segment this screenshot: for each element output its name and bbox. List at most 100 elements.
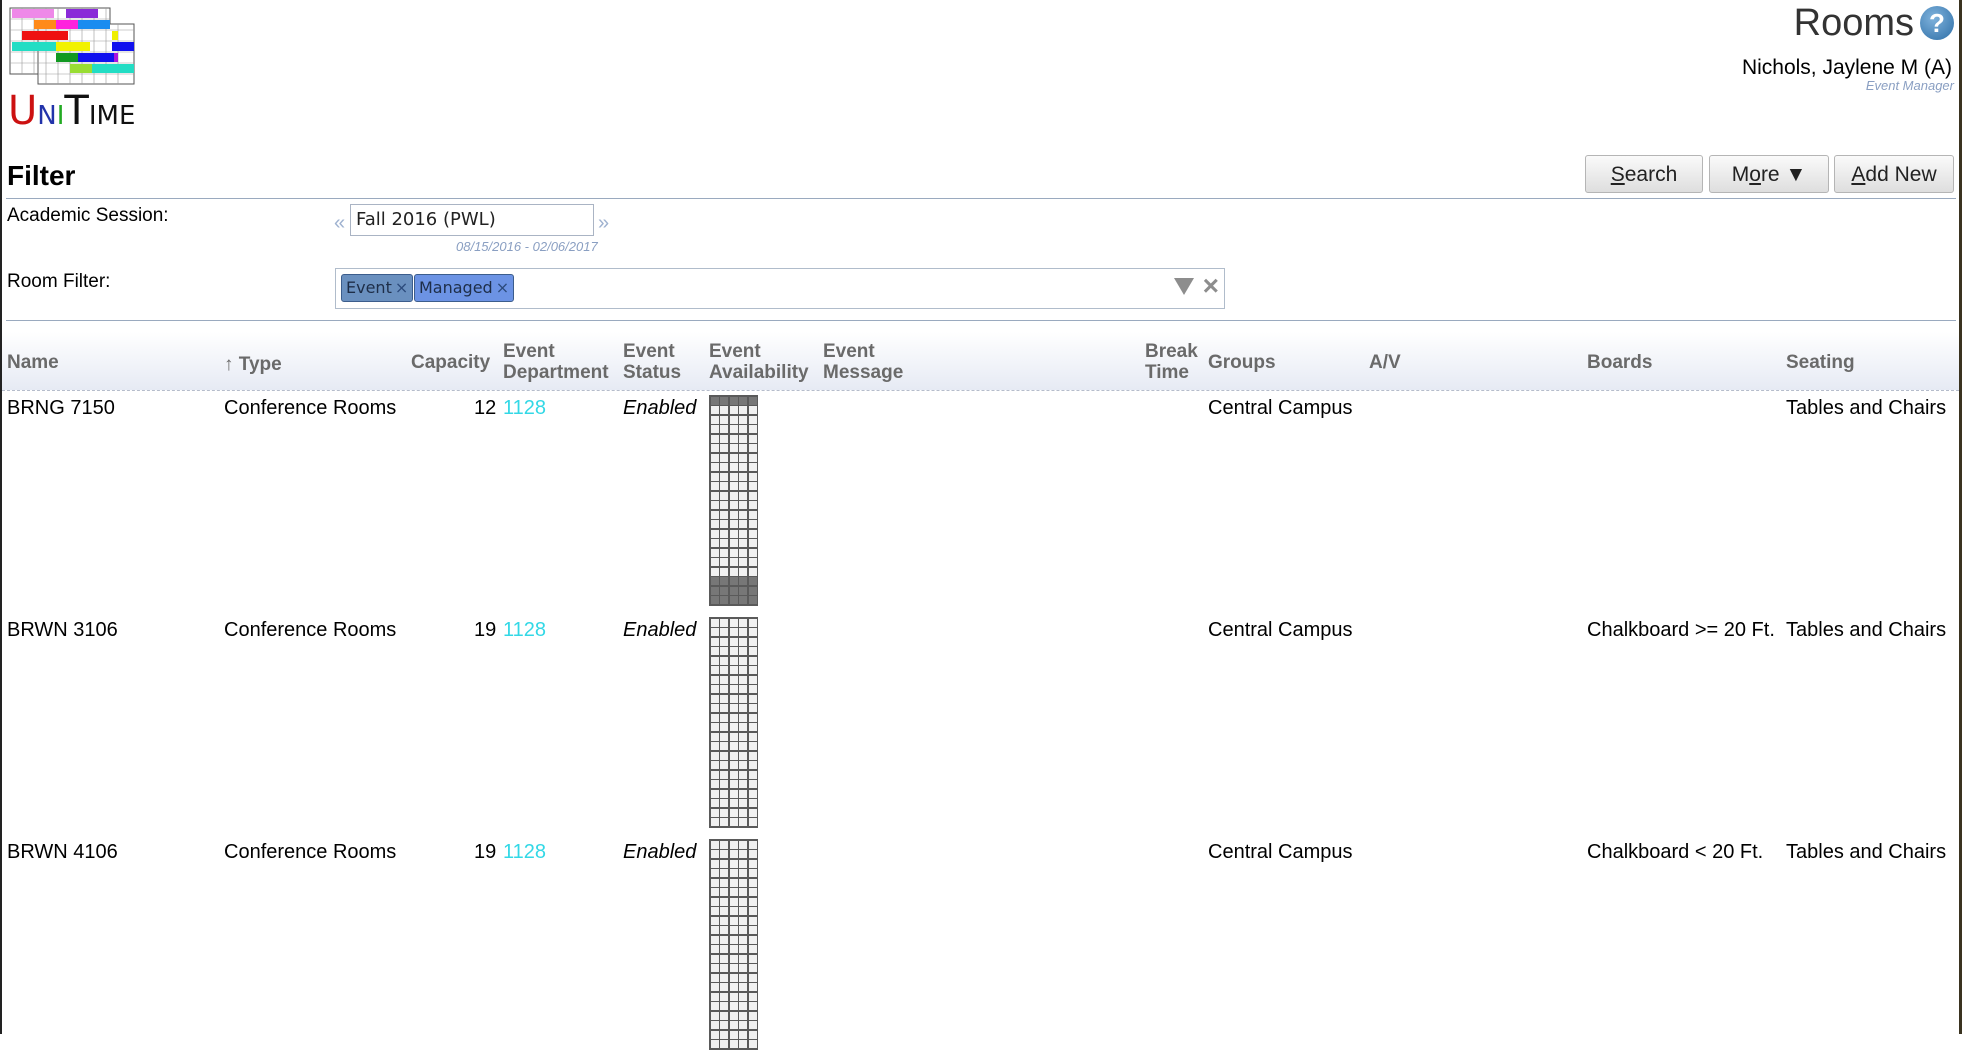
- availability-cell: [720, 1040, 728, 1048]
- header-label-line2: Status: [623, 362, 682, 383]
- availability-cell: [739, 577, 747, 585]
- availability-cell: [720, 1030, 728, 1039]
- availability-cell: [710, 539, 719, 547]
- availability-cell: [729, 926, 738, 934]
- event-department-link[interactable]: 1128: [503, 397, 546, 420]
- availability-cell: [710, 935, 719, 944]
- availability-cell: [748, 897, 757, 906]
- academic-session-input[interactable]: Fall 2016 (PWL): [350, 204, 594, 236]
- availability-cell: [739, 1021, 747, 1029]
- column-header-name[interactable]: Name: [7, 352, 59, 373]
- availability-cell: [739, 694, 747, 703]
- column-header-seating[interactable]: Seating: [1786, 352, 1855, 373]
- user-name[interactable]: Nichols, Jaylene M (A): [1742, 56, 1952, 80]
- availability-cell: [729, 558, 738, 566]
- availability-cell: [720, 472, 728, 481]
- more-button[interactable]: More ▼: [1709, 155, 1829, 193]
- availability-cell: [710, 770, 719, 779]
- search-button[interactable]: Search: [1585, 155, 1703, 193]
- column-header-type[interactable]: ↑ Type: [224, 354, 282, 375]
- column-header-event-department[interactable]: Event Department: [503, 341, 609, 383]
- availability-cell: [748, 713, 757, 722]
- next-session-button[interactable]: »: [598, 212, 609, 235]
- availability-cell: [739, 704, 747, 712]
- availability-cell: [748, 472, 757, 481]
- availability-cell: [748, 1002, 757, 1010]
- header-label-line1: Event: [503, 341, 555, 362]
- clear-filter-icon[interactable]: ×: [1203, 270, 1219, 302]
- availability-cell: [710, 840, 719, 849]
- availability-cell: [729, 761, 738, 769]
- filter-chip-event[interactable]: Event ×: [341, 274, 414, 302]
- availability-cell: [720, 586, 728, 595]
- availability-cell: [720, 637, 728, 646]
- availability-cell: [710, 520, 719, 528]
- availability-cell: [729, 501, 738, 509]
- room-type: Conference Rooms: [224, 841, 397, 863]
- availability-cell: [720, 704, 728, 712]
- availability-cell: [739, 799, 747, 807]
- column-header-groups[interactable]: Groups: [1208, 352, 1276, 373]
- room-filter-input[interactable]: Event × Managed × ×: [335, 268, 1225, 309]
- availability-cell: [720, 732, 728, 741]
- availability-cell: [729, 850, 738, 858]
- remove-chip-icon[interactable]: ×: [496, 278, 509, 297]
- availability-cell: [748, 888, 757, 896]
- add-new-button[interactable]: Add New: [1834, 155, 1954, 193]
- availability-cell: [710, 444, 719, 452]
- room-boards: Chalkboard >= 20 Ft.: [1587, 619, 1775, 641]
- availability-cell: [739, 789, 747, 798]
- filter-chip-managed[interactable]: Managed ×: [414, 274, 515, 302]
- availability-cell: [710, 463, 719, 471]
- availability-cell: [729, 444, 738, 452]
- table-row[interactable]: BRWN 4106 Conference Rooms 19 1128 Enabl…: [0, 835, 1959, 1057]
- availability-cell: [720, 539, 728, 547]
- availability-cell: [739, 685, 747, 693]
- search-label: earch: [1624, 163, 1678, 186]
- availability-cell: [720, 742, 728, 750]
- availability-cell: [748, 732, 757, 741]
- availability-cell: [739, 396, 747, 405]
- column-header-capacity[interactable]: Capacity: [411, 352, 490, 373]
- availability-cell: [710, 732, 719, 741]
- chip-label: Managed: [419, 278, 493, 297]
- availability-cell: [729, 618, 738, 627]
- column-header-av[interactable]: A/V: [1369, 352, 1401, 373]
- filter-divider: [6, 320, 1956, 321]
- availability-cell: [748, 840, 757, 849]
- remove-chip-icon[interactable]: ×: [395, 278, 408, 297]
- column-header-event-message[interactable]: Event Message: [823, 341, 903, 383]
- availability-cell: [710, 577, 719, 585]
- availability-cell: [739, 406, 747, 414]
- availability-cell: [739, 529, 747, 538]
- availability-cell: [748, 1021, 757, 1029]
- availability-cell: [720, 818, 728, 826]
- availability-cell: [739, 780, 747, 788]
- availability-cell: [710, 396, 719, 405]
- availability-cell: [739, 888, 747, 896]
- help-icon[interactable]: ?: [1920, 6, 1954, 40]
- availability-cell: [710, 501, 719, 509]
- availability-cell: [729, 992, 738, 1001]
- column-header-event-availability[interactable]: Event Availability: [709, 341, 809, 383]
- room-groups: Central Campus: [1208, 619, 1353, 641]
- availability-cell: [710, 780, 719, 788]
- table-row[interactable]: BRWN 3106 Conference Rooms 19 1128 Enabl…: [0, 613, 1959, 835]
- event-department-link[interactable]: 1128: [503, 841, 546, 864]
- availability-cell: [739, 656, 747, 665]
- column-header-break-time[interactable]: Break Time: [1145, 341, 1198, 383]
- availability-cell: [729, 818, 738, 826]
- event-department-link[interactable]: 1128: [503, 619, 546, 642]
- event-availability-grid[interactable]: [709, 839, 758, 1050]
- filter-dropdown-icon[interactable]: [1174, 278, 1194, 295]
- event-availability-grid[interactable]: [709, 617, 758, 828]
- availability-cell: [739, 723, 747, 731]
- availability-cell: [729, 694, 738, 703]
- availability-cell: [748, 520, 757, 528]
- column-header-boards[interactable]: Boards: [1587, 352, 1652, 373]
- availability-cell: [710, 1030, 719, 1039]
- table-row[interactable]: BRNG 7150 Conference Rooms 12 1128 Enabl…: [0, 391, 1959, 613]
- event-availability-grid[interactable]: [709, 395, 758, 606]
- previous-session-button[interactable]: «: [334, 212, 345, 235]
- column-header-event-status[interactable]: Event Status: [623, 341, 681, 383]
